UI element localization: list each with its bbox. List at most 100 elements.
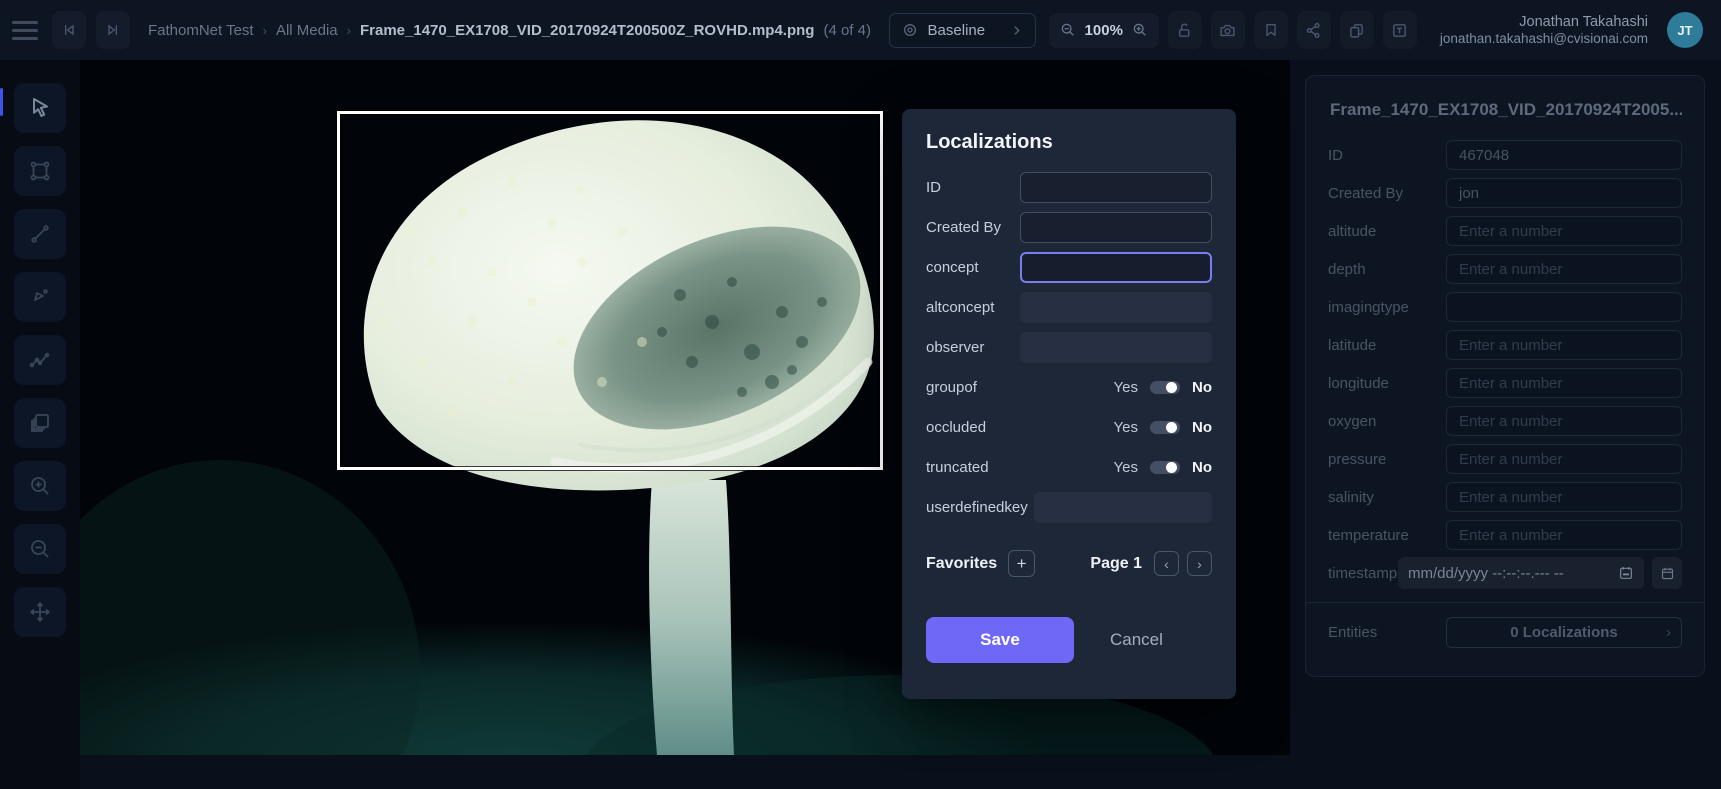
- layers-tool-button[interactable]: [14, 398, 66, 448]
- chevron-right-icon: ›: [1666, 624, 1671, 641]
- magnifier-minus-icon: [1060, 22, 1076, 38]
- depth-field[interactable]: [1446, 254, 1682, 284]
- field-row-temperature: temperature: [1328, 520, 1682, 550]
- bookmark-button[interactable]: [1254, 11, 1288, 49]
- field-label: userdefinedkey: [926, 499, 1034, 516]
- polyline-tool-icon: [28, 348, 52, 372]
- toggle-row-groupof: groupof Yes No: [926, 372, 1212, 403]
- breadcrumb-project[interactable]: FathomNet Test: [148, 22, 254, 39]
- next-media-button[interactable]: [96, 11, 130, 49]
- page-next-button[interactable]: ›: [1187, 551, 1212, 576]
- add-favorite-button[interactable]: +: [1008, 550, 1035, 577]
- timestamp-field[interactable]: mm/dd/yyyy --:--:--.--- --: [1398, 557, 1644, 589]
- zoom-in-tool-button[interactable]: [14, 461, 66, 511]
- menu-button[interactable]: [12, 12, 42, 48]
- pan-tool-button[interactable]: [14, 587, 66, 637]
- oxygen-field[interactable]: [1446, 406, 1682, 436]
- truncated-toggle[interactable]: [1150, 461, 1180, 474]
- localizations-list-button[interactable]: 0 Localizations ›: [1446, 617, 1682, 648]
- calendar-grid-icon: [1618, 565, 1634, 581]
- altconcept-field[interactable]: [1020, 292, 1212, 323]
- field-label: observer: [926, 339, 1020, 356]
- field-row-oxygen: oxygen: [1328, 406, 1682, 436]
- field-label: altitude: [1328, 223, 1446, 240]
- zoom-out-button[interactable]: [1060, 22, 1076, 38]
- latitude-field[interactable]: [1446, 330, 1682, 360]
- favorites-pagination-row: Favorites + Page 1 ‹ ›: [926, 550, 1212, 577]
- localization-created-by-field[interactable]: [1020, 212, 1212, 243]
- entities-row: Entities 0 Localizations ›: [1306, 602, 1704, 648]
- observer-field[interactable]: [1020, 332, 1212, 363]
- user-info: Jonathan Takahashi jonathan.takahashi@cv…: [1440, 13, 1648, 48]
- dialog-title: Localizations: [926, 131, 1212, 154]
- field-row-created-by: Created By: [1328, 178, 1682, 208]
- zoom-in-button[interactable]: [1132, 22, 1148, 38]
- field-row-altconcept: altconcept: [926, 292, 1212, 323]
- text-overlay-button[interactable]: [1383, 11, 1417, 49]
- box-tool-icon: [28, 159, 52, 183]
- point-tool-button[interactable]: [14, 272, 66, 322]
- line-tool-button[interactable]: [14, 209, 66, 259]
- user-email: jonathan.takahashi@cvisionai.com: [1440, 31, 1648, 48]
- save-button[interactable]: Save: [926, 617, 1074, 663]
- field-label: longitude: [1328, 375, 1446, 392]
- field-row-depth: depth: [1328, 254, 1682, 284]
- temperature-field[interactable]: [1446, 520, 1682, 550]
- lock-button[interactable]: [1168, 11, 1202, 49]
- groupof-toggle[interactable]: [1150, 381, 1180, 394]
- longitude-field[interactable]: [1446, 368, 1682, 398]
- zoom-level: 100%: [1085, 22, 1123, 39]
- breadcrumb-section[interactable]: All Media: [276, 22, 338, 39]
- field-row-id: ID: [926, 172, 1212, 203]
- toggle-row-truncated: truncated Yes No: [926, 452, 1212, 483]
- active-tool-indicator: [0, 88, 3, 116]
- field-label: temperature: [1328, 527, 1446, 544]
- timestamp-value: mm/dd/yyyy --:--:--.--- --: [1408, 565, 1610, 582]
- localization-id-field[interactable]: [1020, 172, 1212, 203]
- share-button[interactable]: [1297, 11, 1331, 49]
- occluded-toggle[interactable]: [1150, 421, 1180, 434]
- hamburger-icon: [12, 21, 38, 24]
- concept-field[interactable]: [1020, 252, 1212, 283]
- lock-icon: [1176, 22, 1193, 39]
- page-prev-button[interactable]: ‹: [1154, 551, 1179, 576]
- prev-media-button[interactable]: [52, 11, 86, 49]
- field-row-salinity: salinity: [1328, 482, 1682, 512]
- field-label: oxygen: [1328, 413, 1446, 430]
- imagingtype-field[interactable]: [1446, 292, 1682, 322]
- copy-button[interactable]: [1340, 11, 1374, 49]
- tool-rail: [0, 60, 80, 789]
- altitude-field[interactable]: [1446, 216, 1682, 246]
- toggle-no-label: No: [1192, 419, 1212, 436]
- userdefinedkey-field[interactable]: [1034, 492, 1212, 523]
- field-label: imagingtype: [1328, 299, 1446, 316]
- pointer-tool-button[interactable]: [14, 83, 66, 133]
- version-label: Baseline: [928, 22, 1000, 39]
- pressure-field[interactable]: [1446, 444, 1682, 474]
- snapshot-button[interactable]: [1211, 11, 1245, 49]
- toggle-yes-label: Yes: [1114, 419, 1138, 436]
- page-label: Page 1: [1090, 555, 1142, 573]
- calendar-picker-button[interactable]: [1652, 557, 1682, 589]
- field-label: salinity: [1328, 489, 1446, 506]
- salinity-field[interactable]: [1446, 482, 1682, 512]
- localization-bounding-box[interactable]: [337, 111, 883, 470]
- field-row-latitude: latitude: [1328, 330, 1682, 360]
- zoom-in-icon: [28, 474, 52, 498]
- topbar-right-cluster: Baseline 100%: [889, 11, 1703, 49]
- calendar-icon: [1660, 566, 1675, 581]
- chevron-right-icon: [1010, 24, 1023, 37]
- toggle-no-label: No: [1192, 379, 1212, 396]
- box-tool-button[interactable]: [14, 146, 66, 196]
- field-row-timestamp: timestamp mm/dd/yyyy --:--:--.--- --: [1328, 558, 1682, 588]
- created-by-field[interactable]: [1446, 178, 1682, 208]
- id-field[interactable]: [1446, 140, 1682, 170]
- zoom-out-tool-button[interactable]: [14, 524, 66, 574]
- field-label: Created By: [926, 219, 1020, 236]
- cancel-button[interactable]: Cancel: [1110, 630, 1163, 650]
- toggle-label: groupof: [926, 379, 1114, 396]
- version-select[interactable]: Baseline: [889, 13, 1036, 48]
- polyline-tool-button[interactable]: [14, 335, 66, 385]
- field-label: concept: [926, 259, 1020, 276]
- avatar[interactable]: JT: [1667, 12, 1703, 48]
